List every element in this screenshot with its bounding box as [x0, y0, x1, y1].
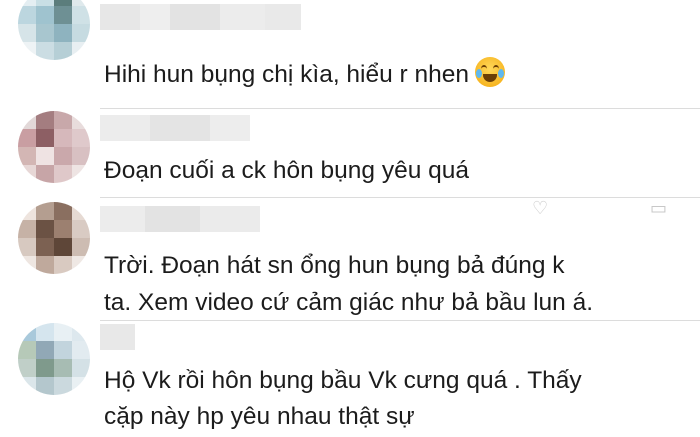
comment-text: Hihi hun bụng chị kìa, hiểu r nhen	[104, 57, 506, 92]
commenter-name-blurred[interactable]	[100, 206, 260, 232]
avatar[interactable]	[18, 0, 90, 60]
commenter-name-blurred[interactable]	[100, 4, 301, 30]
more-icon[interactable]: ▭	[650, 198, 667, 219]
avatar[interactable]	[18, 111, 90, 183]
comment-text-line: Hộ Vk rồi hôn bụng bầu Vk cưng quá . Thấ…	[104, 367, 582, 394]
tears-of-joy-icon	[475, 57, 506, 87]
commenter-name-blurred[interactable]	[100, 324, 135, 350]
comment-text-line: Trời. Đoạn hát sn ổng hun bụng bả đúng k	[104, 252, 565, 279]
comment-item: ♡ ▭ Trời. Đoạn hát sn ổng hun bụng bả đú…	[0, 198, 700, 320]
comment-text-line: ta. Xem video cứ cảm giác như bả bầu lun…	[104, 289, 594, 316]
comment-item: Đoạn cuối a ck hôn bụng yêu quá	[0, 109, 700, 197]
commenter-name-blurred[interactable]	[100, 115, 250, 141]
comment-item: Hộ Vk rồi hôn bụng bầu Vk cưng quá . Thấ…	[0, 321, 700, 437]
comment-text: Đoạn cuối a ck hôn bụng yêu quá	[104, 157, 470, 184]
heart-icon[interactable]: ♡	[532, 198, 548, 219]
avatar[interactable]	[18, 323, 90, 395]
comment-item: Hihi hun bụng chị kìa, hiểu r nhen	[0, 0, 700, 108]
avatar[interactable]	[18, 202, 90, 274]
comment-text-line: cặp này hp yêu nhau thật sự	[104, 403, 415, 430]
